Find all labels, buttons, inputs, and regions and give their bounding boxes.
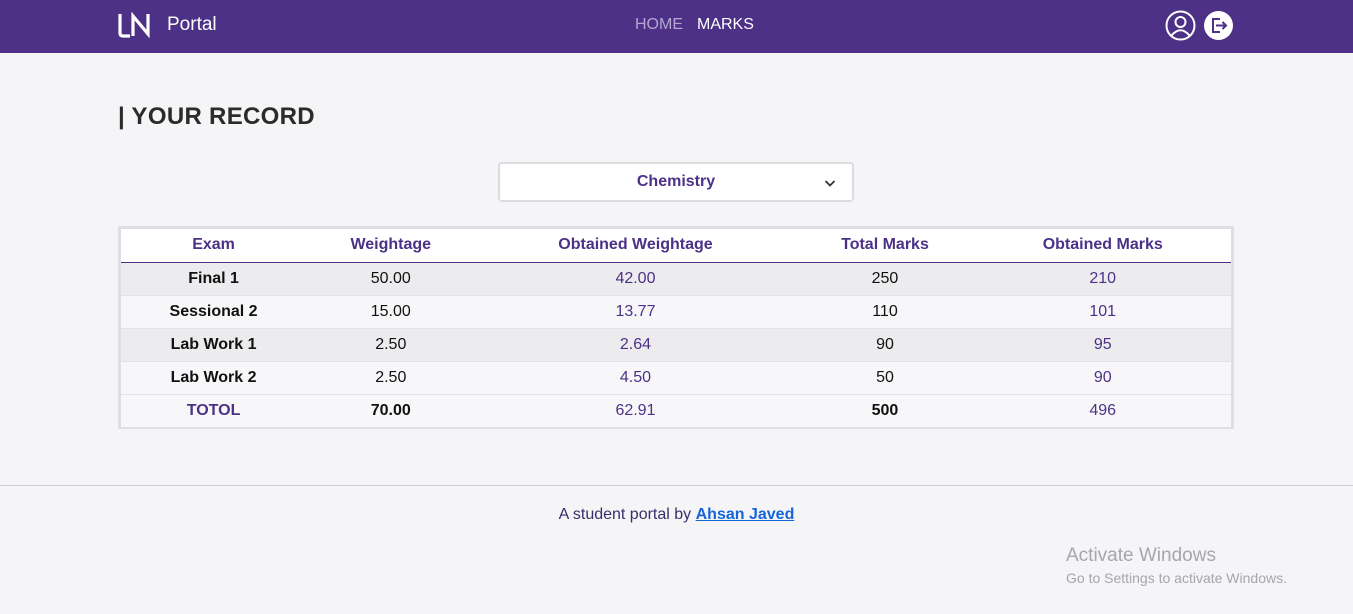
header-weightage: Weightage [306,229,476,263]
header-exam: Exam [121,229,307,263]
table-row: Lab Work 2 2.50 4.50 50 90 [121,361,1231,395]
header-obtained-weightage: Obtained Weightage [475,229,796,263]
nav-home-link[interactable]: HOME [635,16,683,34]
marks-table: Exam Weightage Obtained Weightage Total … [121,229,1231,427]
navbar: Portal HOME MARKS [0,0,1353,53]
cell-obtained-weightage: 13.77 [475,295,796,329]
total-label: TOTOL [121,393,307,427]
cell-obtained-weightage: 4.50 [475,361,796,395]
cell-exam: Lab Work 1 [121,328,307,362]
brand[interactable]: Portal [117,12,217,38]
table-row: Sessional 2 15.00 13.77 110 101 [121,295,1231,329]
footer-credit-text: A student portal by [558,506,696,523]
cell-total-marks: 250 [795,262,975,296]
header-obtained-marks: Obtained Marks [974,229,1231,263]
total-weightage: 70.00 [306,393,476,427]
header-total-marks: Total Marks [795,229,975,263]
total-obtained-weightage: 62.91 [475,393,796,427]
footer-divider [0,485,1353,486]
cell-weightage: 2.50 [306,361,476,395]
subject-select-value: Chemistry [636,173,716,190]
author-link[interactable]: Ahsan Javed [696,506,795,523]
total-obtained-marks: 496 [974,393,1231,427]
brand-name: Portal [167,14,217,35]
table-total-row: TOTOL 70.00 62.91 500 496 [121,393,1231,427]
watermark-subtitle: Go to Settings to activate Windows. [1066,570,1287,586]
brand-logo-icon [117,12,159,38]
footer: A student portal by Ahsan Javed [0,506,1353,524]
logout-icon[interactable] [1203,10,1234,41]
marks-table-container: Exam Weightage Obtained Weightage Total … [118,226,1234,429]
nav-actions [1165,10,1234,41]
main-nav: HOME MARKS [635,16,754,34]
cell-total-marks: 50 [795,361,975,395]
nav-marks-link[interactable]: MARKS [697,16,754,34]
watermark-title: Activate Windows [1066,545,1216,566]
cell-exam: Sessional 2 [121,295,307,329]
table-header: Exam Weightage Obtained Weightage Total … [121,229,1231,263]
cell-weightage: 2.50 [306,328,476,362]
cell-exam: Final 1 [121,262,307,296]
cell-weightage: 50.00 [306,262,476,296]
cell-exam: Lab Work 2 [121,361,307,395]
cell-obtained-marks: 101 [974,295,1231,329]
cell-obtained-marks: 90 [974,361,1231,395]
cell-obtained-marks: 210 [974,262,1231,296]
user-icon[interactable] [1165,10,1196,41]
cell-total-marks: 110 [795,295,975,329]
total-marks: 500 [795,393,975,427]
cell-obtained-weightage: 42.00 [475,262,796,296]
cell-obtained-weightage: 2.64 [475,328,796,362]
table-row: Lab Work 1 2.50 2.64 90 95 [121,328,1231,362]
cell-total-marks: 90 [795,328,975,362]
cell-weightage: 15.00 [306,295,476,329]
windows-activation-watermark: Activate Windows Go to Settings to activ… [1066,545,1287,586]
page-title: | YOUR RECORD [118,103,315,130]
table-row: Final 1 50.00 42.00 250 210 [121,262,1231,296]
chevron-down-icon [824,176,836,188]
subject-select[interactable]: Chemistry [498,162,854,202]
cell-obtained-marks: 95 [974,328,1231,362]
